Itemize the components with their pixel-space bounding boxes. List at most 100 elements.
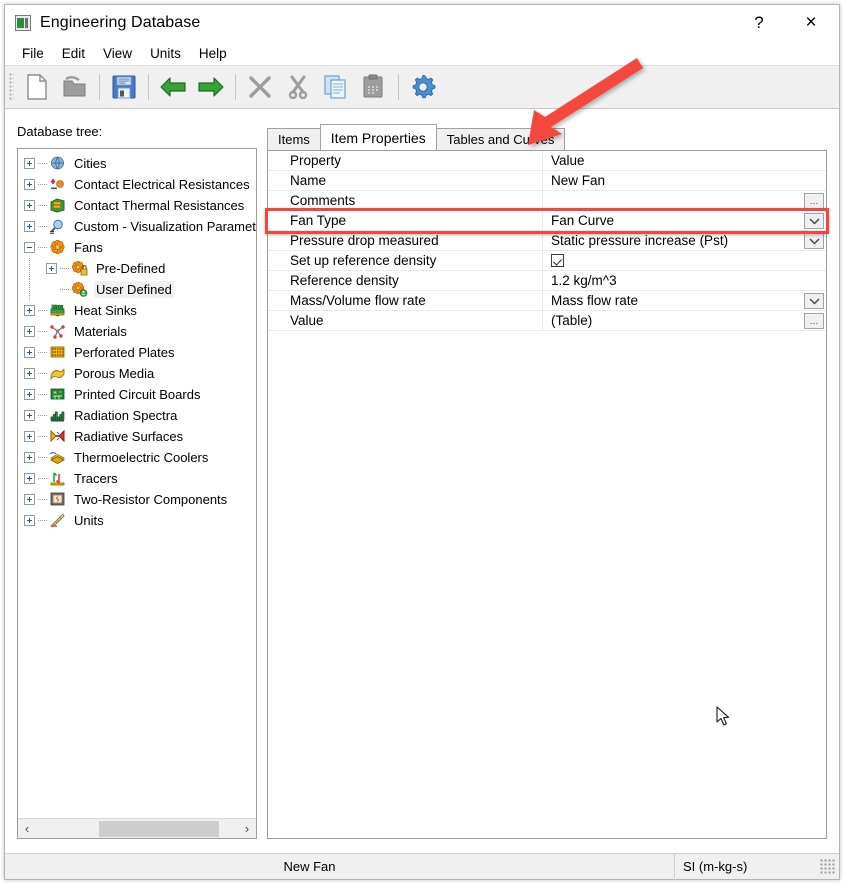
- expand-plus-icon[interactable]: [24, 452, 35, 463]
- tab-item-properties[interactable]: Item Properties: [319, 124, 437, 150]
- menu-edit[interactable]: Edit: [53, 43, 94, 64]
- tree-node-contact-thermal-resistances[interactable]: Contact Thermal Resistances: [18, 195, 256, 216]
- tree-node-porous-media[interactable]: Porous Media: [18, 363, 256, 384]
- tree-node-perforated-plates[interactable]: Perforated Plates: [18, 342, 256, 363]
- two-resistor-icon: [49, 491, 67, 508]
- property-value-cell[interactable]: Static pressure increase (Pst): [543, 231, 826, 251]
- tree-expander-spacer: [46, 284, 57, 295]
- ellipsis-button[interactable]: …: [804, 312, 824, 329]
- expand-plus-icon[interactable]: [24, 515, 35, 526]
- tree-node-radiation-spectra[interactable]: Radiation Spectra: [18, 405, 256, 426]
- tab-tables-and-curves[interactable]: Tables and Curves: [435, 128, 566, 150]
- expand-plus-icon[interactable]: [24, 368, 35, 379]
- tree-node-custom-visualization-parameters[interactable]: Custom - Visualization Parameters: [18, 216, 256, 237]
- chevron-down-icon[interactable]: [804, 212, 824, 229]
- property-name-cell: Reference density: [268, 270, 543, 291]
- menu-units[interactable]: Units: [141, 43, 190, 64]
- expand-plus-icon[interactable]: [24, 494, 35, 505]
- menu-help[interactable]: Help: [190, 43, 236, 64]
- settings-gear-icon[interactable]: [404, 69, 442, 105]
- tree-node-pre-defined[interactable]: Pre-Defined: [18, 258, 256, 279]
- delete-x-icon[interactable]: [241, 69, 279, 105]
- property-row[interactable]: Comments…: [268, 190, 826, 211]
- property-value-cell[interactable]: (Table) …: [543, 311, 826, 331]
- close-button[interactable]: ×: [789, 5, 833, 40]
- ellipsis-button[interactable]: …: [804, 192, 824, 209]
- tree-horizontal-scrollbar[interactable]: ‹ ›: [18, 818, 256, 838]
- expand-plus-icon[interactable]: [24, 179, 35, 190]
- scroll-right-icon[interactable]: ›: [238, 819, 256, 839]
- chevron-down-icon[interactable]: [804, 292, 824, 309]
- chevron-down-icon[interactable]: [804, 232, 824, 249]
- property-value-cell[interactable]: 1.2 kg/m^3: [543, 271, 826, 291]
- property-value-cell[interactable]: New Fan: [543, 171, 826, 191]
- paste-icon[interactable]: [355, 69, 393, 105]
- help-button[interactable]: ?: [737, 5, 781, 40]
- header-value: Value: [551, 152, 585, 168]
- expand-plus-icon[interactable]: [24, 221, 35, 232]
- tab-items[interactable]: Items: [267, 128, 321, 150]
- tree-dotted-connector: [38, 226, 47, 227]
- tree-node-thermoelectric-coolers[interactable]: Thermoelectric Coolers: [18, 447, 256, 468]
- property-value-text: (Table): [551, 312, 593, 328]
- tree-node-two-resistor-components[interactable]: Two-Resistor Components: [18, 489, 256, 510]
- checkbox-checked-icon[interactable]: [551, 253, 564, 267]
- tree-connector-line: [29, 279, 30, 300]
- tree-node-tracers[interactable]: Tracers: [18, 468, 256, 489]
- expand-plus-icon[interactable]: [46, 263, 57, 274]
- tree-node-user-defined[interactable]: User Defined: [18, 279, 256, 300]
- property-name-cell: Pressure drop measured: [268, 230, 543, 251]
- resize-grip[interactable]: [820, 858, 836, 875]
- property-grid[interactable]: Property Value Name New Fan Comments… Fan T…: [267, 150, 827, 839]
- scrollbar-track[interactable]: [36, 818, 238, 838]
- property-row[interactable]: Set up reference density: [268, 250, 826, 271]
- pcb-icon: [49, 386, 67, 403]
- tree-node-materials[interactable]: Materials: [18, 321, 256, 342]
- open-folder-icon[interactable]: [56, 69, 94, 105]
- menu-file[interactable]: File: [13, 43, 53, 64]
- tree-node-label: Heat Sinks: [74, 303, 137, 318]
- toolbar-grip[interactable]: [9, 73, 14, 101]
- tree-node-units[interactable]: Units: [18, 510, 256, 531]
- property-value-cell[interactable]: Fan Curve: [543, 211, 826, 231]
- property-row[interactable]: Reference density 1.2 kg/m^3: [268, 270, 826, 291]
- scrollbar-thumb[interactable]: [99, 820, 219, 837]
- new-icon[interactable]: [18, 69, 56, 105]
- property-row[interactable]: Value (Table)…: [268, 310, 826, 331]
- back-arrow-icon[interactable]: [154, 69, 192, 105]
- collapse-minus-icon[interactable]: [24, 242, 35, 253]
- property-row[interactable]: Fan Type Fan Curve: [268, 210, 826, 231]
- globe-icon: [49, 155, 67, 172]
- tree-node-radiative-surfaces[interactable]: Radiative Surfaces: [18, 426, 256, 447]
- item-pane: Items Item Properties Tables and Curves Pr…: [267, 124, 827, 839]
- tree-node-cities[interactable]: Cities: [18, 153, 256, 174]
- expand-plus-icon[interactable]: [24, 200, 35, 211]
- expand-plus-icon[interactable]: [24, 431, 35, 442]
- expand-plus-icon[interactable]: [24, 410, 35, 421]
- expand-plus-icon[interactable]: [24, 305, 35, 316]
- tree-node-label: Porous Media: [74, 366, 155, 381]
- property-value-cell[interactable]: [543, 251, 826, 271]
- save-floppy-icon[interactable]: [105, 69, 143, 105]
- database-tree-box[interactable]: Cities Contact Electrical Resistances Cont…: [17, 148, 257, 839]
- property-value-cell[interactable]: Mass flow rate: [543, 291, 826, 311]
- tree-node-contact-electrical-resistances[interactable]: Contact Electrical Resistances: [18, 174, 256, 195]
- toolbar-separator: [148, 74, 149, 100]
- property-row[interactable]: Pressure drop measured Static pressure in…: [268, 230, 826, 251]
- expand-plus-icon[interactable]: [24, 473, 35, 484]
- expand-plus-icon[interactable]: [24, 326, 35, 337]
- expand-plus-icon[interactable]: [24, 158, 35, 169]
- property-row[interactable]: Mass/Volume flow rate Mass flow rate: [268, 290, 826, 311]
- copy-icon[interactable]: [317, 69, 355, 105]
- tree-node-fans[interactable]: Fans: [18, 237, 256, 258]
- property-value-cell[interactable]: …: [543, 191, 826, 211]
- expand-plus-icon[interactable]: [24, 389, 35, 400]
- cut-scissors-icon[interactable]: [279, 69, 317, 105]
- tree-node-printed-circuit-boards[interactable]: Printed Circuit Boards: [18, 384, 256, 405]
- scroll-left-icon[interactable]: ‹: [18, 819, 36, 839]
- expand-plus-icon[interactable]: [24, 347, 35, 358]
- forward-arrow-icon[interactable]: [192, 69, 230, 105]
- property-row[interactable]: Name New Fan: [268, 170, 826, 191]
- tree-node-heat-sinks[interactable]: Heat Sinks: [18, 300, 256, 321]
- menu-view[interactable]: View: [94, 43, 141, 64]
